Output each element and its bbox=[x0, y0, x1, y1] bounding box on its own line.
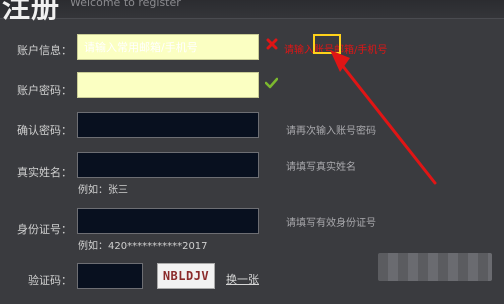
captcha-image[interactable]: NBLDJV bbox=[157, 263, 215, 289]
captcha-label: 验证码： bbox=[28, 274, 72, 287]
refresh-captcha-link[interactable]: 换一张 bbox=[226, 271, 259, 287]
confirm-label: 确认密码： bbox=[17, 124, 72, 137]
idnumber-example: 例如：420***********2017 bbox=[78, 241, 208, 252]
idnumber-hint: 请填写有效身份证号 bbox=[286, 218, 376, 229]
account-label: 账户信息： bbox=[17, 44, 72, 57]
captcha-input[interactable] bbox=[77, 263, 143, 289]
check-icon bbox=[265, 77, 278, 89]
realname-example: 例如：张三 bbox=[78, 185, 128, 196]
header-bar: 注册 Welcome to register bbox=[0, 0, 504, 24]
account-input[interactable] bbox=[77, 34, 259, 60]
annotation-arrow bbox=[330, 50, 437, 185]
blurred-region bbox=[378, 253, 492, 281]
confirm-password-input[interactable] bbox=[77, 112, 259, 138]
realname-label: 真实姓名： bbox=[17, 166, 72, 179]
idnumber-label: 身份证号： bbox=[17, 223, 72, 236]
cross-icon bbox=[266, 38, 278, 50]
password-label: 账户密码： bbox=[17, 84, 72, 97]
idnumber-input[interactable] bbox=[77, 208, 259, 234]
page-subtitle: Welcome to register bbox=[70, 0, 181, 9]
password-input[interactable] bbox=[77, 72, 259, 98]
realname-input[interactable] bbox=[77, 152, 259, 178]
page-title: 注册 bbox=[2, 0, 61, 24]
